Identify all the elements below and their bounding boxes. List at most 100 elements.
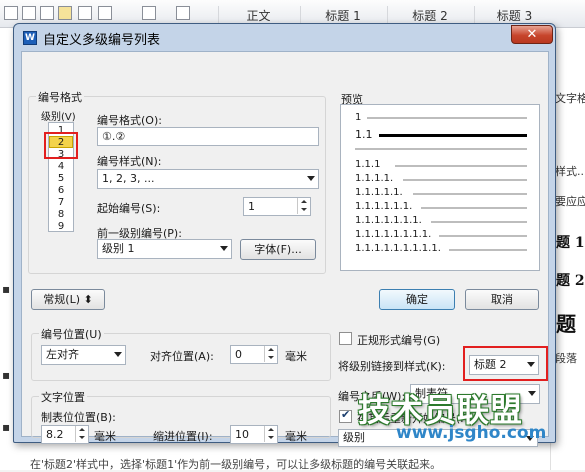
restart-value: 级别 bbox=[343, 431, 365, 444]
task-pane-item[interactable]: 要应应 bbox=[555, 193, 585, 209]
level-item[interactable]: 5 bbox=[49, 173, 73, 184]
preview-line-active bbox=[379, 134, 527, 137]
dialog-title: 自定义多级编号列表 bbox=[43, 33, 161, 48]
preview-row: 1.1.1.1.1.1.1.1.1. bbox=[355, 243, 441, 254]
number-format-legend: 编号格式 bbox=[36, 89, 84, 105]
spin-down-icon[interactable] bbox=[264, 354, 277, 362]
preview-line bbox=[413, 193, 527, 195]
start-input[interactable]: 1 bbox=[243, 197, 311, 216]
start-label: 起始编号(S): bbox=[97, 202, 161, 215]
tab-pos-spinner[interactable] bbox=[75, 426, 88, 443]
level-item[interactable]: 7 bbox=[49, 197, 73, 208]
ok-button[interactable]: 确定 bbox=[379, 289, 455, 310]
indent-label: 缩进位置(I): bbox=[153, 430, 213, 443]
task-pane-item[interactable]: 样式... bbox=[555, 163, 585, 179]
preview-line bbox=[355, 148, 527, 150]
dialog-titlebar[interactable]: W 自定义多级编号列表 ✕ bbox=[14, 24, 555, 51]
spin-up-icon[interactable] bbox=[75, 426, 88, 434]
shading-icon[interactable] bbox=[142, 6, 156, 20]
task-pane-heading[interactable]: 题 1 bbox=[556, 232, 585, 252]
spin-down-icon[interactable] bbox=[264, 434, 277, 442]
task-pane-heading[interactable]: 题 bbox=[556, 308, 576, 337]
close-button[interactable]: ✕ bbox=[511, 25, 553, 44]
preview-line bbox=[431, 221, 527, 223]
level-item[interactable]: 4 bbox=[49, 161, 73, 172]
watermark-url: www.jsgho.com bbox=[396, 423, 547, 443]
preview-row: 1.1.1.1.1.1. bbox=[355, 201, 413, 212]
level-item[interactable]: 8 bbox=[49, 209, 73, 220]
prev-level-select[interactable]: 级别 1 bbox=[97, 239, 232, 259]
alignment-value: 左对齐 bbox=[46, 348, 79, 361]
align-pos-input[interactable]: 0 bbox=[230, 345, 278, 364]
align-right-icon[interactable] bbox=[22, 6, 36, 20]
indent-spinner[interactable] bbox=[264, 426, 277, 443]
spin-down-icon[interactable] bbox=[297, 206, 310, 214]
align-pos-unit: 毫米 bbox=[285, 350, 307, 363]
preview-row-active: 1.1 bbox=[355, 128, 373, 141]
distributed-align-icon[interactable] bbox=[40, 6, 54, 20]
spin-up-icon[interactable] bbox=[297, 198, 310, 206]
format-input[interactable]: ①.② bbox=[97, 127, 319, 146]
task-pane-item[interactable]: 文字格 bbox=[555, 90, 585, 106]
indent-input[interactable]: 10 bbox=[230, 425, 278, 444]
text-position-legend: 文字位置 bbox=[39, 389, 87, 405]
preview-row: 1.1.1.1.1.1.1. bbox=[355, 215, 422, 226]
chevron-down-icon bbox=[114, 352, 122, 357]
preview-line bbox=[449, 249, 527, 251]
task-pane-item[interactable]: 段落 bbox=[555, 350, 577, 366]
preview-line bbox=[403, 179, 527, 181]
preview-line bbox=[367, 117, 527, 119]
font-button[interactable]: 字体(F)... bbox=[240, 239, 316, 260]
start-spinner[interactable] bbox=[297, 198, 310, 215]
preview-row: 1 bbox=[355, 112, 362, 123]
spin-up-icon[interactable] bbox=[264, 346, 277, 354]
level-item[interactable]: 9 bbox=[49, 221, 73, 232]
justify-active-icon[interactable] bbox=[58, 6, 72, 20]
style-value: 1, 2, 3, ... bbox=[102, 172, 155, 185]
legal-style-checkbox[interactable] bbox=[339, 332, 352, 345]
preview-row: 1.1.1.1.1.1.1.1. bbox=[355, 229, 432, 240]
dialog-body: 编号格式 级别(V) 1 2 3 4 5 6 7 8 9 编号格式(O): ①.… bbox=[21, 51, 549, 447]
multilevel-list-dialog: W 自定义多级编号列表 ✕ 编号格式 级别(V) 1 2 3 4 5 6 7 8… bbox=[13, 23, 556, 447]
format-label: 编号格式(O): bbox=[97, 114, 162, 127]
alignment-select[interactable]: 左对齐 bbox=[41, 345, 126, 365]
bullet-mark: ▪ bbox=[2, 368, 11, 382]
general-button-label: 常规(L) bbox=[43, 293, 80, 306]
task-pane-heading[interactable]: 题 2 bbox=[556, 270, 585, 290]
bullet-mark: ▪ bbox=[2, 420, 11, 434]
wps-writer-icon: W bbox=[23, 31, 37, 45]
tab-pos-input[interactable]: 8.2 bbox=[41, 425, 89, 444]
spin-up-icon[interactable] bbox=[264, 426, 277, 434]
align-pos-value: 0 bbox=[235, 348, 242, 361]
bullet-mark: ▪ bbox=[2, 282, 11, 296]
number-position-legend: 编号位置(U) bbox=[39, 326, 104, 342]
general-button[interactable]: 常规(L) ⬍ bbox=[31, 289, 105, 310]
indent-value: 10 bbox=[235, 428, 249, 441]
align-pos-spinner[interactable] bbox=[264, 346, 277, 363]
legal-style-label: 正规形式编号(G) bbox=[357, 334, 441, 347]
spin-down-icon[interactable] bbox=[75, 434, 88, 442]
preview-line bbox=[439, 235, 527, 237]
preview-row: 1.1.1.1. bbox=[355, 173, 394, 184]
highlight-box-level bbox=[44, 132, 78, 159]
start-value: 1 bbox=[248, 200, 255, 213]
link-style-label: 将级别链接到样式(K): bbox=[338, 360, 446, 373]
indent-unit: 毫米 bbox=[285, 430, 307, 443]
indent-icon[interactable] bbox=[98, 6, 112, 20]
preview-line bbox=[421, 207, 527, 209]
cancel-button[interactable]: 取消 bbox=[465, 289, 539, 310]
chevron-down-icon bbox=[528, 391, 536, 396]
align-pos-label: 对齐位置(A): bbox=[150, 350, 214, 363]
preview-line bbox=[395, 165, 527, 167]
align-justify-icon[interactable] bbox=[4, 6, 18, 20]
restart-checkbox[interactable] bbox=[339, 408, 352, 423]
chevron-down-icon bbox=[307, 176, 315, 181]
style-select[interactable]: 1, 2, 3, ... bbox=[97, 169, 319, 189]
preview-panel: 1 1.1 1.1.1 1.1.1.1. 1.1.1.1.1. 1.1.1.1.… bbox=[340, 104, 540, 271]
line-spacing-icon[interactable] bbox=[78, 6, 92, 20]
borders-icon[interactable] bbox=[176, 6, 190, 20]
tab-pos-label: 制表位位置(B): bbox=[41, 411, 116, 424]
level-item[interactable]: 6 bbox=[49, 185, 73, 196]
preview-row: 1.1.1 bbox=[355, 159, 381, 170]
prev-level-value: 级别 1 bbox=[102, 242, 135, 255]
